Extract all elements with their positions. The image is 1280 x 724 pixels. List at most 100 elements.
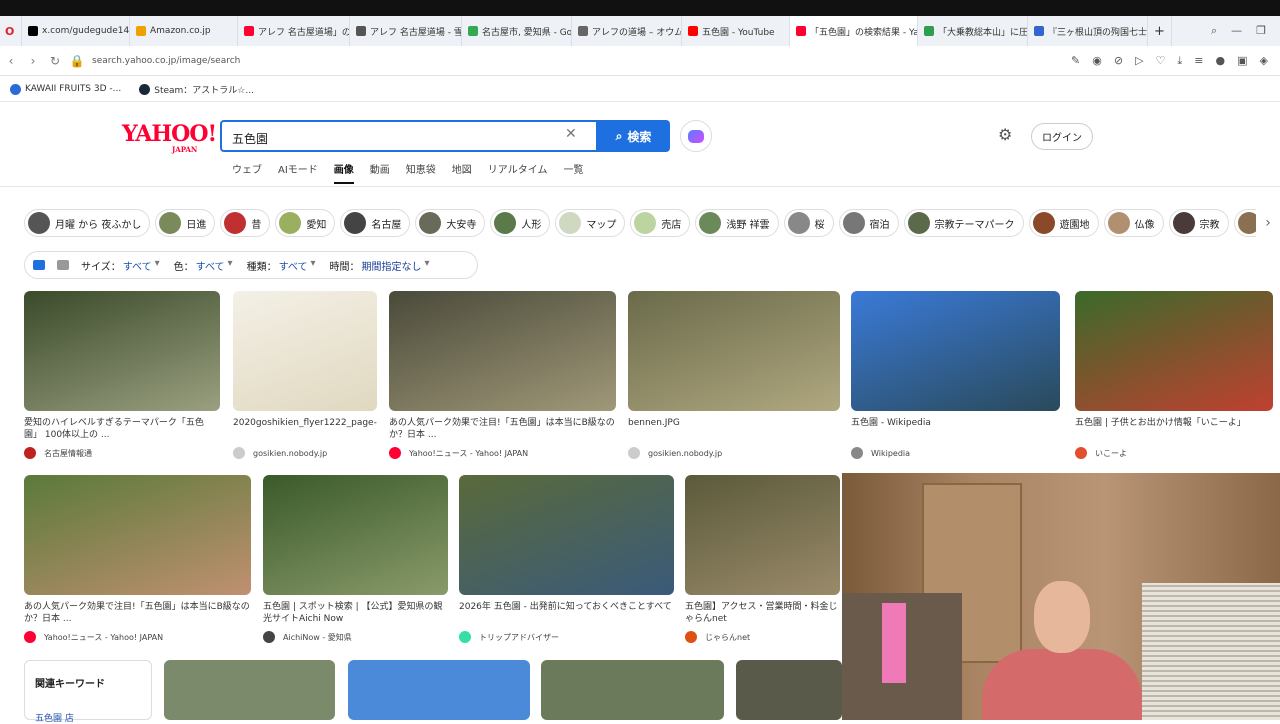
result-title[interactable]: あの人気パーク効果で注目!「五色園」は本当にB級なのか？日本 ...	[24, 601, 251, 625]
result-source[interactable]: じゃらんnet	[685, 631, 840, 643]
reload-icon[interactable]: ↻	[44, 54, 66, 68]
browser-tab[interactable]: アレフの道場 – オウム真...	[572, 16, 682, 46]
browser-tab[interactable]: 五色園 - YouTube	[682, 16, 790, 46]
minimize-icon[interactable]: —	[1231, 24, 1242, 38]
result-image[interactable]	[24, 291, 220, 411]
search-tab[interactable]: 画像	[333, 161, 354, 184]
result-image[interactable]	[389, 291, 616, 411]
chevron-right-icon[interactable]: ›	[1256, 209, 1280, 237]
search-tab[interactable]: リアルタイム	[488, 161, 548, 184]
camera-icon[interactable]: ◉	[1092, 54, 1102, 68]
image-result-card[interactable]: 愛知のハイレベルすぎるテーマパーク「五色園」 100体以上の ... 名古屋情報通	[24, 291, 220, 459]
search-tab[interactable]: ウェブ	[232, 161, 262, 184]
related-chip[interactable]: 遊園地	[1028, 209, 1099, 237]
result-title[interactable]: 2026年 五色園 - 出発前に知っておくべきことすべて	[459, 601, 674, 625]
result-image[interactable]	[263, 475, 448, 595]
image-result-card[interactable]: 2026年 五色園 - 出発前に知っておくべきことすべてトリップアドバイザー	[459, 475, 674, 643]
result-image[interactable]	[685, 475, 840, 595]
profile-icon[interactable]: ●	[1216, 54, 1226, 68]
result-source[interactable]: Yahoo!ニュース - Yahoo! JAPAN	[24, 631, 251, 643]
block-icon[interactable]: ⊘	[1114, 54, 1123, 68]
result-image[interactable]	[628, 291, 840, 411]
result-image[interactable]	[24, 475, 251, 595]
search-tab[interactable]: AIモード	[278, 161, 318, 184]
result-source[interactable]: 名古屋情報通	[24, 447, 220, 459]
bottom-thumbnail[interactable]	[164, 660, 335, 720]
related-chip[interactable]: 宗教	[1168, 209, 1229, 237]
url-field[interactable]: search.yahoo.co.jp/image/search	[92, 56, 240, 66]
back-icon[interactable]: ‹	[0, 54, 22, 68]
ai-assistant-button[interactable]	[680, 120, 712, 152]
play-icon[interactable]: ▷	[1135, 54, 1143, 68]
result-title[interactable]: 五色園 | スポット検索 | 【公式】愛知県の観光サイトAichi Now	[263, 601, 448, 625]
image-result-card[interactable]: 五色園 | 子供とお出かけ情報「いこーよ」いこーよ	[1075, 291, 1273, 459]
image-result-card[interactable]: 2020goshikien_flyer1222_page-... gosikien…	[233, 291, 377, 459]
type-filter[interactable]: 種類： すべて ▾	[247, 258, 316, 273]
result-title[interactable]: bennen.JPG	[628, 417, 840, 441]
result-source[interactable]: gosikien.nobody.jp	[628, 447, 840, 459]
search-tab[interactable]: 地図	[452, 161, 472, 184]
related-chip[interactable]: 月曜 から 夜ふかし	[24, 209, 151, 237]
related-chip[interactable]: 売店	[630, 209, 691, 237]
related-chip[interactable]: 名古屋	[340, 209, 411, 237]
related-chip[interactable]: 宿泊	[838, 209, 899, 237]
related-chip[interactable]: 宗教テーマパーク	[903, 209, 1024, 237]
result-source[interactable]: AichiNow - 愛知県	[263, 631, 448, 643]
download-icon[interactable]: ⤓	[1177, 54, 1182, 68]
result-title[interactable]: 2020goshikien_flyer1222_page-...	[233, 417, 377, 441]
browser-tab[interactable]: 「五色園」の検索結果 - Yah...	[790, 16, 918, 46]
search-input[interactable]: 五色園	[220, 120, 598, 152]
image-result-card[interactable]: bennen.JPG gosikien.nobody.jp	[628, 291, 840, 459]
gallery-view-icon[interactable]	[57, 260, 69, 270]
extension-icon[interactable]: ▣	[1237, 54, 1247, 68]
bottom-thumbnail[interactable]	[348, 660, 530, 720]
clear-icon[interactable]: ✕	[565, 126, 577, 142]
search-tab[interactable]: 知恵袋	[406, 161, 436, 184]
search-tabs-icon[interactable]: ⌕	[1211, 24, 1217, 38]
result-title[interactable]: 五色園 | 子供とお出かけ情報「いこーよ」	[1075, 417, 1273, 441]
list-icon[interactable]: ≡	[1194, 54, 1203, 68]
restore-icon[interactable]: ❐	[1256, 24, 1266, 38]
new-tab-icon[interactable]: +	[1148, 16, 1172, 46]
search-tab[interactable]: 動画	[370, 161, 390, 184]
result-title[interactable]: 愛知のハイレベルすぎるテーマパーク「五色園」 100体以上の ...	[24, 417, 220, 441]
result-title[interactable]: あの人気パーク効果で注目!「五色園」は本当にB級なのか？日本 ...	[389, 417, 616, 441]
browser-tab[interactable]: Amazon.co.jp	[130, 16, 238, 46]
related-chip[interactable]: 昔	[220, 209, 271, 237]
image-view-icon[interactable]	[33, 260, 45, 270]
browser-tab[interactable]: 『三ヶ根山頂の殉国七士...	[1028, 16, 1148, 46]
browser-tab[interactable]: x.com/gudegude147/...	[22, 16, 130, 46]
yahoo-logo[interactable]: YAHOO! JAPAN	[122, 121, 217, 154]
result-title[interactable]: 五色園】アクセス・営業時間・料金じゃらんnet	[685, 601, 840, 625]
browser-tab[interactable]: アレフ 名古屋道場」の...	[238, 16, 350, 46]
image-result-card[interactable]: 五色園 | スポット検索 | 【公式】愛知県の観光サイトAichi Now Aic…	[263, 475, 448, 643]
browser-tab[interactable]: 名古屋市, 愛知県 - Go...	[462, 16, 572, 46]
cube-icon[interactable]: ◈	[1260, 54, 1268, 68]
bottom-thumbnail[interactable]	[541, 660, 724, 720]
login-button[interactable]: ログイン	[1031, 123, 1093, 150]
image-result-card[interactable]: あの人気パーク効果で注目!「五色園」は本当にB級なのか？日本 ... Yahoo!…	[389, 291, 616, 459]
result-image[interactable]	[459, 475, 674, 595]
result-image[interactable]	[233, 291, 377, 411]
result-title[interactable]: 五色園 - Wikipedia	[851, 417, 1060, 441]
search-button[interactable]: ⌕ 検索	[597, 120, 670, 152]
result-source[interactable]: Yahoo!ニュース - Yahoo! JAPAN	[389, 447, 616, 459]
browser-menu-icon[interactable]: O	[0, 16, 22, 46]
related-chip[interactable]: 仏像	[1103, 209, 1164, 237]
related-chip[interactable]: 人形	[490, 209, 551, 237]
related-chip[interactable]: 大安寺	[415, 209, 486, 237]
result-source[interactable]: トリップアドバイザー	[459, 631, 674, 643]
browser-tab[interactable]: アレフ 名古屋道場 - 雪...	[350, 16, 462, 46]
result-source[interactable]: いこーよ	[1075, 447, 1273, 459]
bookmark-item[interactable]: Steam：アストラル☆...	[139, 83, 254, 96]
related-keyword-link[interactable]: 五色園 店	[35, 711, 74, 724]
site-info-icon[interactable]: 🔒	[66, 54, 88, 68]
forward-icon[interactable]: ›	[22, 54, 44, 68]
result-image[interactable]	[851, 291, 1060, 411]
image-result-card[interactable]: 五色園 - Wikipedia Wikipedia	[851, 291, 1060, 459]
bottom-thumbnail[interactable]	[736, 660, 842, 720]
size-filter[interactable]: サイズ： すべて ▾	[81, 258, 160, 273]
related-chip[interactable]: 日進	[155, 209, 216, 237]
related-chip[interactable]: 浅野 祥雲	[695, 209, 779, 237]
image-result-card[interactable]: あの人気パーク効果で注目!「五色園」は本当にB級なのか？日本 ... Yahoo!…	[24, 475, 251, 643]
